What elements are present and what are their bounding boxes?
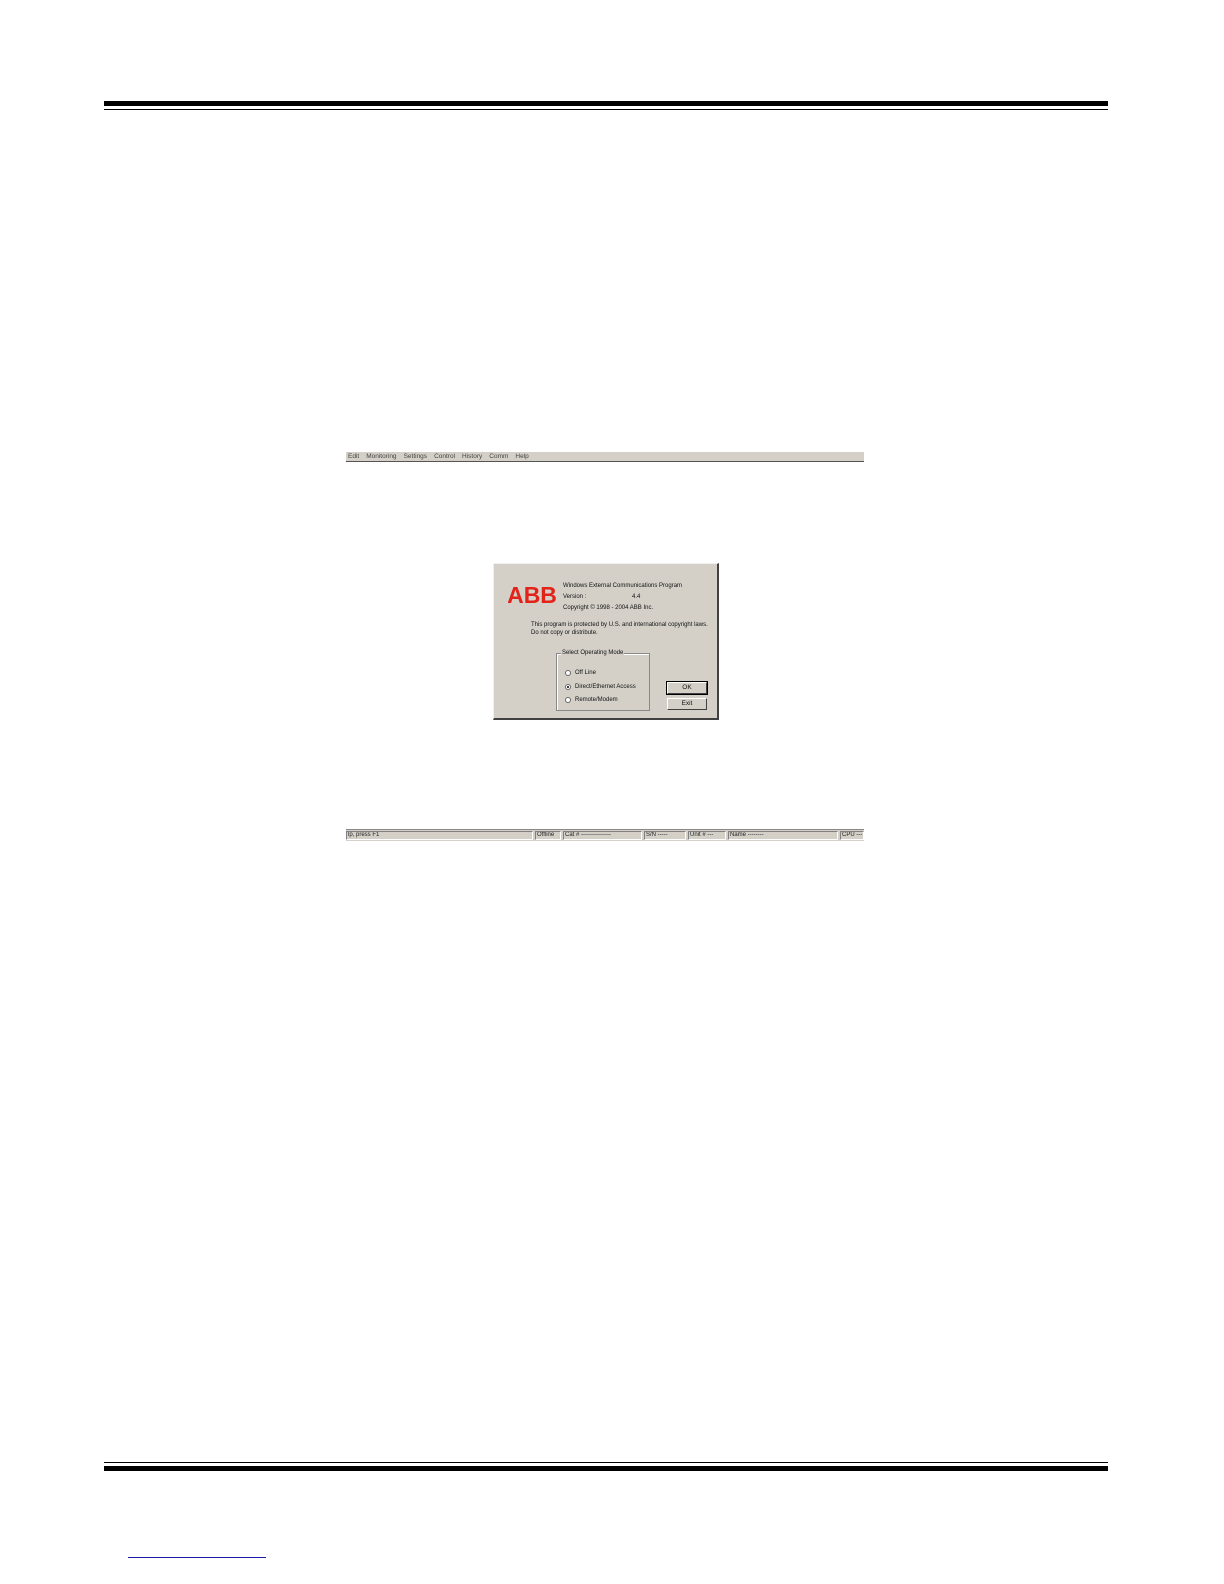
version-value: 4.4: [632, 594, 641, 600]
status-cat: Cat # ---------------: [563, 831, 642, 840]
status-help-hint: lp, press F1: [346, 831, 533, 840]
status-sn: S/N -----: [644, 831, 686, 840]
status-unit: Unit # ---: [688, 831, 726, 840]
operating-mode-group: Select Operating Mode Off Line Direct/Et…: [556, 649, 650, 711]
mode-remote-modem[interactable]: Remote/Modem: [565, 696, 618, 704]
status-cpu: CPU ---: [840, 831, 864, 840]
exit-button[interactable]: Exit: [667, 698, 707, 710]
mode-offline[interactable]: Off Line: [565, 669, 596, 677]
mode-direct-ethernet-label: Direct/Ethernet Access: [575, 684, 636, 690]
footer-rule-thin: [104, 1462, 1108, 1463]
menubar: Edit Monitoring Settings Control History…: [346, 452, 864, 462]
header-rule-thick: [104, 101, 1108, 106]
operating-mode-label: Select Operating Mode: [561, 649, 625, 657]
mode-direct-ethernet[interactable]: Direct/Ethernet Access: [565, 683, 636, 691]
program-name: Windows External Communications Program: [563, 583, 683, 589]
status-name: Name --------: [728, 831, 838, 840]
header-rule-thin: [104, 109, 1108, 110]
menu-history[interactable]: History: [462, 452, 482, 462]
mode-remote-modem-label: Remote/Modem: [575, 697, 618, 703]
menu-help[interactable]: Help: [515, 452, 528, 462]
notice-line-1: This program is protected by U.S. and in…: [531, 622, 708, 628]
radio-offline[interactable]: [565, 670, 571, 676]
menu-monitoring[interactable]: Monitoring: [366, 452, 396, 462]
startup-dialog: ABB Windows External Communications Prog…: [493, 563, 719, 720]
copyright-text: Copyright © 1998 - 2004 ABB Inc.: [563, 605, 654, 611]
menu-control[interactable]: Control: [434, 452, 455, 462]
status-bar: lp, press F1 Offline Cat # -------------…: [346, 829, 864, 841]
menu-comm[interactable]: Comm: [489, 452, 508, 462]
footer-rule-thick: [104, 1466, 1108, 1471]
radio-remote-modem[interactable]: [565, 697, 571, 703]
abb-logo-mark: ABB: [508, 584, 556, 606]
menu-settings[interactable]: Settings: [404, 452, 428, 462]
menu-edit[interactable]: Edit: [348, 452, 359, 462]
version-label: Version :: [563, 594, 587, 600]
abb-logo: ABB: [508, 584, 556, 606]
notice-line-2: Do not copy or distribute.: [531, 630, 598, 636]
mode-offline-label: Off Line: [575, 670, 596, 676]
abb-logo-text: ABB: [508, 584, 556, 606]
status-mode: Offline: [535, 831, 561, 840]
footer-link-underline[interactable]: [128, 1557, 266, 1558]
ok-button[interactable]: OK: [666, 681, 708, 695]
radio-direct-ethernet[interactable]: [565, 684, 571, 690]
